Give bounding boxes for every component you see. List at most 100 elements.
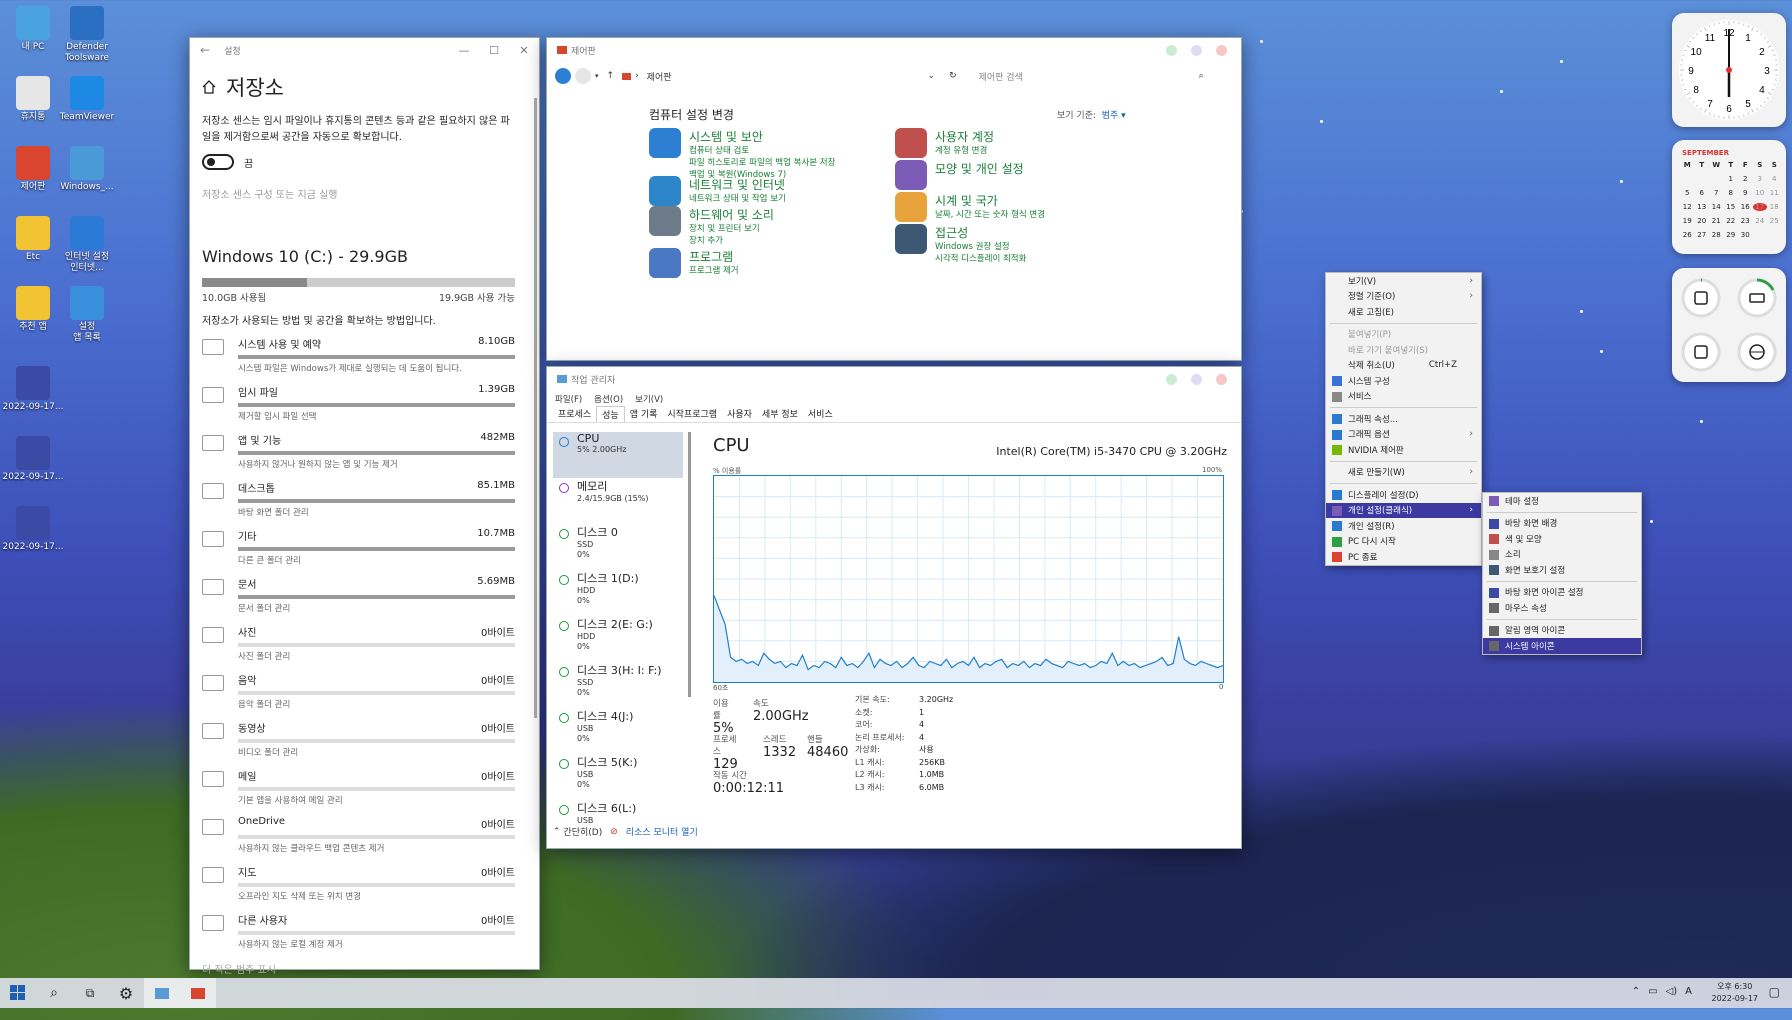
category-title[interactable]: 사용자 계정: [935, 128, 994, 145]
tab[interactable]: 앱 기록: [625, 406, 663, 422]
desktop-icon[interactable]: 2022-09-17...: [2, 366, 64, 413]
storage-category[interactable]: 시스템 사용 및 예약8.10GB시스템 파일은 Windows가 제대로 실행…: [202, 333, 515, 381]
storage-category[interactable]: 메일0바이트기본 앱을 사용하여 메일 관리: [202, 765, 515, 813]
back-button[interactable]: [555, 68, 571, 84]
category-item[interactable]: 모양 및 개인 설정: [895, 160, 1024, 190]
context-menu-item[interactable]: 시스템 구성: [1326, 373, 1481, 389]
calendar-day[interactable]: 2: [1738, 175, 1753, 183]
category-title[interactable]: 네트워크 및 인터넷: [689, 176, 786, 193]
calendar-day[interactable]: [1695, 175, 1710, 183]
search-input[interactable]: 제어판 검색: [979, 70, 1199, 83]
maximize-button[interactable]: [1191, 374, 1202, 385]
collapse-icon[interactable]: ⌃: [553, 827, 561, 837]
context-menu-item[interactable]: 보기(V)›: [1326, 273, 1481, 289]
category-link[interactable]: Windows 권장 설정: [935, 241, 1026, 253]
calendar-day[interactable]: 18: [1767, 203, 1782, 211]
context-menu-item[interactable]: 새로 고침(E): [1326, 304, 1481, 320]
notification-icon[interactable]: ▢: [1769, 985, 1780, 999]
calendar-day[interactable]: 13: [1695, 203, 1710, 211]
calendar-day[interactable]: 8: [1724, 189, 1739, 197]
calendar-day[interactable]: 20: [1695, 217, 1710, 225]
calendar-day[interactable]: 29: [1724, 231, 1739, 239]
tab[interactable]: 사용자: [722, 406, 757, 422]
category-item[interactable]: 하드웨어 및 소리장치 및 프린터 보기장치 추가: [649, 206, 774, 247]
calendar-day[interactable]: 5: [1680, 189, 1695, 197]
calendar-day[interactable]: 22: [1724, 217, 1739, 225]
menu-item[interactable]: 보기(V): [635, 393, 663, 405]
category-link[interactable]: 날짜, 시간 또는 숫자 형식 변경: [935, 209, 1045, 221]
calendar-day[interactable]: 28: [1709, 231, 1724, 239]
category-item[interactable]: 네트워크 및 인터넷네트워크 상태 및 작업 보기: [649, 176, 786, 206]
desktop-icon[interactable]: 제어판: [2, 146, 64, 193]
calendar-day[interactable]: [1709, 175, 1724, 183]
up-icon[interactable]: ↑: [607, 71, 615, 81]
storage-category[interactable]: 데스크톱85.1MB바탕 화면 폴더 관리: [202, 477, 515, 525]
calendar-day[interactable]: 4: [1767, 175, 1782, 183]
storage-category[interactable]: 사진0바이트사진 폴더 관리: [202, 621, 515, 669]
resource-list-scrollbar[interactable]: [688, 432, 691, 697]
calendar-day[interactable]: 25: [1767, 217, 1782, 225]
category-title[interactable]: 시계 및 국가: [935, 192, 1045, 209]
desktop-icon[interactable]: 내 PC: [2, 6, 64, 53]
calendar-day[interactable]: 23: [1738, 217, 1753, 225]
desktop-icon[interactable]: 휴지통: [2, 76, 64, 123]
context-menu-item[interactable]: 화면 보호기 설정: [1483, 562, 1641, 578]
minimize-button[interactable]: [1166, 45, 1177, 56]
desktop-icon[interactable]: 2022-09-17...: [2, 506, 64, 553]
minimize-icon[interactable]: —: [449, 44, 479, 57]
category-item[interactable]: 접근성Windows 권장 설정시각적 디스플레이 최적화: [895, 224, 1026, 265]
minimize-button[interactable]: [1166, 374, 1177, 385]
storage-category[interactable]: 음악0바이트음악 폴더 관리: [202, 669, 515, 717]
search-button[interactable]: ⌕: [36, 978, 72, 1008]
context-menu-item[interactable]: 삭제 취소(U)Ctrl+Z: [1326, 358, 1481, 374]
category-item[interactable]: 프로그램프로그램 제거: [649, 248, 739, 278]
category-item[interactable]: 시계 및 국가날짜, 시간 또는 숫자 형식 변경: [895, 192, 1045, 222]
tab[interactable]: 성능: [596, 406, 625, 422]
fewer-details-button[interactable]: 간단히(D): [563, 825, 602, 838]
calendar-day[interactable]: 27: [1695, 231, 1710, 239]
resource-item[interactable]: 디스크 2(E: G:)HDD0%: [553, 616, 683, 662]
close-button[interactable]: [1216, 45, 1227, 56]
resource-item[interactable]: 디스크 5(K:)USB0%: [553, 754, 683, 800]
calendar-day[interactable]: 12: [1680, 203, 1695, 211]
context-menu-item[interactable]: 알림 영역 아이콘: [1483, 623, 1641, 639]
back-arrow-icon[interactable]: ←: [200, 43, 210, 57]
context-menu-item[interactable]: 소리: [1483, 547, 1641, 563]
tray-chevron-icon[interactable]: ⌃: [1632, 986, 1640, 997]
desktop-icon[interactable]: Defender Toolsware: [56, 6, 118, 64]
category-link[interactable]: 파일 히스토리로 파일의 백업 복사본 저장: [689, 157, 835, 169]
calendar-day[interactable]: 24: [1753, 217, 1768, 225]
context-menu-item[interactable]: 개인 설정(클래식)›: [1326, 503, 1481, 519]
taskbar-control-panel[interactable]: [180, 978, 216, 1008]
storage-sense-toggle[interactable]: 끔: [202, 154, 539, 170]
context-menu-item[interactable]: PC 다시 시작: [1326, 534, 1481, 550]
storage-category[interactable]: 지도0바이트오프라인 지도 삭제 또는 위치 변경: [202, 861, 515, 909]
calendar-day[interactable]: [1767, 231, 1782, 239]
calendar-day[interactable]: 3: [1753, 175, 1768, 183]
storage-category[interactable]: OneDrive0바이트사용하지 않는 클라우드 백업 콘텐츠 제거: [202, 813, 515, 861]
context-menu-item[interactable]: 바탕 화면 아이콘 설정: [1483, 585, 1641, 601]
show-fewer-categories-link[interactable]: 더 적은 범주 표시: [202, 961, 539, 976]
category-title[interactable]: 하드웨어 및 소리: [689, 206, 774, 223]
context-menu-item[interactable]: 시스템 아이콘: [1483, 638, 1641, 654]
tab[interactable]: 프로세스: [553, 406, 596, 422]
tab[interactable]: 세부 정보: [757, 406, 803, 422]
tab[interactable]: 서비스: [803, 406, 838, 422]
toggle-switch[interactable]: [202, 154, 234, 170]
storage-category[interactable]: 기타10.7MB다른 큰 폴더 관리: [202, 525, 515, 573]
category-link[interactable]: 장치 및 프린터 보기: [689, 223, 774, 235]
context-menu-item[interactable]: PC 종료: [1326, 549, 1481, 565]
context-menu-item[interactable]: 개인 설정(R): [1326, 518, 1481, 534]
context-menu-item[interactable]: 바탕 화면 배경: [1483, 516, 1641, 532]
context-menu-item[interactable]: 마우스 속성: [1483, 600, 1641, 616]
storage-category[interactable]: 임시 파일1.39GB제거할 임시 파일 선택: [202, 381, 515, 429]
view-by[interactable]: 보기 기준: 범주 ▾: [1057, 108, 1126, 121]
context-menu-item[interactable]: 정렬 기준(O)›: [1326, 289, 1481, 305]
menu-item[interactable]: 옵션(O): [594, 393, 623, 405]
resource-item[interactable]: 메모리2.4/15.9GB (15%): [553, 478, 683, 524]
address-dropdown-icon[interactable]: ⌄: [928, 71, 936, 81]
context-menu-item[interactable]: 바로 가기 붙여넣기(S): [1326, 342, 1481, 358]
breadcrumb[interactable]: 제어판: [647, 70, 672, 83]
calendar-day[interactable]: 19: [1680, 217, 1695, 225]
resource-item[interactable]: 디스크 0SSD0%: [553, 524, 683, 570]
